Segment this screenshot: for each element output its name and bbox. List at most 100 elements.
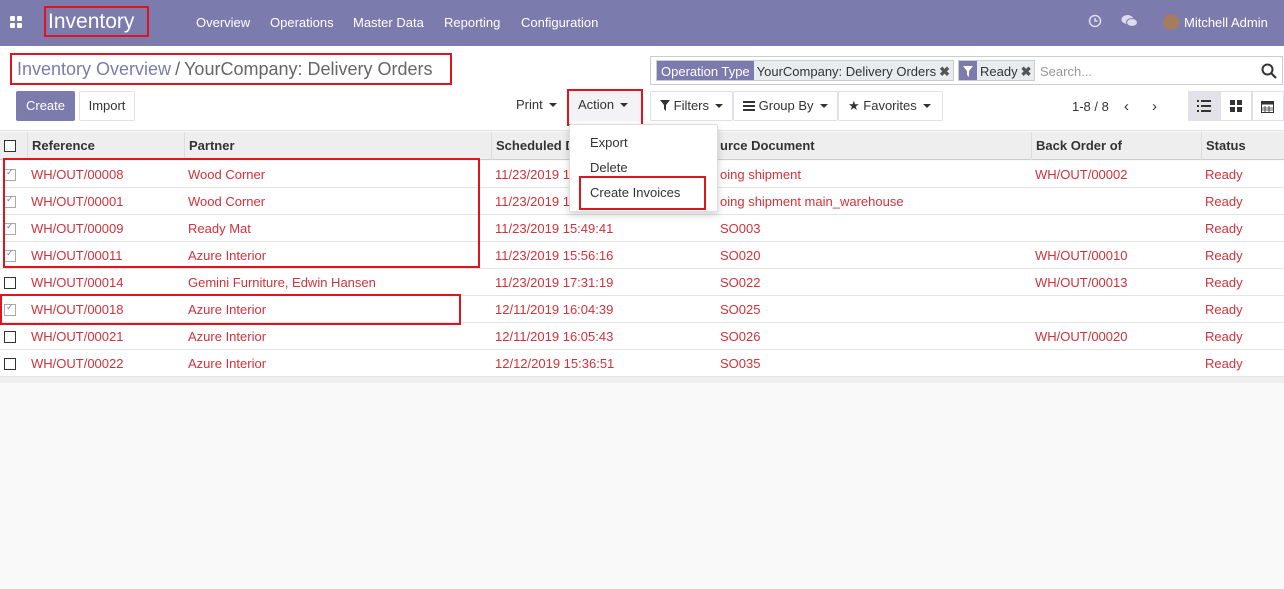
group-by-button[interactable]: Group By	[733, 91, 838, 121]
cell-reference: WH/OUT/00009	[31, 221, 124, 236]
cell-scheduled-date: 12/11/2019 16:05:43	[495, 329, 614, 344]
cell-back-order-of: WH/OUT/00002	[1035, 167, 1128, 182]
facet-remove-icon[interactable]: ✖	[1021, 64, 1035, 79]
create-button[interactable]: Create	[16, 91, 75, 121]
facet-value: YourCompany: Delivery Orders	[756, 64, 937, 79]
table-row[interactable]: WH/OUT/00018 Azure Interior 12/11/2019 16:…	[0, 296, 1284, 323]
row-checkbox[interactable]	[4, 167, 16, 181]
cell-scheduled-date: 12/11/2019 16:04:39	[495, 302, 614, 317]
menu-master-data[interactable]: Master Data	[353, 15, 424, 30]
table-row[interactable]: WH/OUT/00022 Azure Interior 12/12/2019 15:…	[0, 350, 1284, 377]
caret-down-icon	[819, 103, 828, 108]
kanban-view-button[interactable]	[1220, 91, 1252, 121]
menu-item-export[interactable]: Export	[590, 135, 628, 150]
row-checkbox[interactable]	[4, 358, 16, 370]
cell-status: Ready	[1205, 194, 1243, 209]
cell-status: Ready	[1205, 275, 1243, 290]
cell-source-document: SO025	[720, 302, 761, 317]
user-name[interactable]: Mitchell Admin	[1184, 15, 1268, 30]
menu-operations[interactable]: Operations	[270, 15, 334, 30]
caret-down-icon	[548, 102, 557, 107]
column-reference[interactable]: Reference	[27, 132, 185, 160]
list-view-button[interactable]	[1188, 91, 1220, 121]
cell-reference: WH/OUT/00008	[31, 167, 124, 182]
cell-partner: Wood Corner	[188, 194, 266, 209]
table-row[interactable]: WH/OUT/00009 Ready Mat 11/23/2019 15:49:41…	[0, 215, 1284, 242]
cell-reference: WH/OUT/00014	[31, 275, 124, 290]
facet-remove-icon[interactable]: ✖	[939, 64, 953, 79]
facet-value: Ready	[980, 64, 1018, 79]
cell-scheduled-date: 11/23/2019 15:56:16	[495, 248, 614, 263]
menu-configuration[interactable]: Configuration	[521, 15, 598, 30]
favorites-button[interactable]: ★ Favorites	[838, 91, 943, 121]
cell-scheduled-date: 12/12/2019 15:36:51	[495, 356, 615, 371]
action-highlight	[567, 89, 643, 126]
breadcrumb: Inventory Overview / YourCompany: Delivery…	[10, 53, 452, 85]
breadcrumb-current: YourCompany: Delivery Orders	[184, 59, 433, 79]
column-partner[interactable]: Partner	[184, 132, 492, 160]
menu-overview[interactable]: Overview	[196, 15, 250, 30]
facet-ready: Ready ✖	[958, 60, 1036, 81]
cell-source-document: oing shipment main_warehouse	[720, 194, 904, 209]
star-icon: ★	[848, 98, 860, 113]
print-button[interactable]: Print	[506, 91, 567, 121]
cell-scheduled-date: 11/23/2019 17:31:19	[495, 275, 614, 290]
column-status[interactable]: Status	[1201, 132, 1284, 160]
app-title[interactable]: Inventory	[44, 6, 149, 37]
user-avatar[interactable]	[1163, 14, 1179, 30]
chat-icon[interactable]	[1121, 14, 1138, 28]
table-row[interactable]: WH/OUT/00021 Azure Interior 12/11/2019 16:…	[0, 323, 1284, 350]
create-invoices-highlight	[579, 176, 706, 210]
cell-partner: Gemini Furniture, Edwin Hansen	[188, 275, 376, 290]
cell-partner: Wood Corner	[188, 167, 266, 182]
row-checkbox[interactable]	[4, 302, 16, 316]
column-back-order-of[interactable]: Back Order of	[1031, 132, 1202, 160]
column-source-document[interactable]: urce Document	[716, 132, 1032, 160]
cell-status: Ready	[1205, 221, 1243, 236]
cell-status: Ready	[1205, 356, 1243, 371]
filters-button[interactable]: Filters	[650, 91, 733, 121]
apps-menu-icon[interactable]	[10, 16, 22, 28]
cell-reference: WH/OUT/00011	[31, 248, 123, 263]
table-footer	[0, 377, 1284, 383]
cell-back-order-of: WH/OUT/00020	[1035, 329, 1128, 344]
filter-icon	[959, 61, 977, 80]
caret-down-icon	[922, 103, 931, 108]
table-row[interactable]: WH/OUT/00011 Azure Interior 11/23/2019 15:…	[0, 242, 1284, 269]
cell-back-order-of: WH/OUT/00010	[1035, 248, 1128, 263]
favorites-label: Favorites	[863, 98, 917, 113]
pager-next-icon[interactable]: ›	[1152, 98, 1157, 115]
row-checkbox[interactable]	[4, 194, 16, 208]
action-dropdown-menu: Export Delete Create Invoices	[569, 124, 718, 212]
cell-source-document: SO026	[720, 329, 761, 344]
menu-item-delete[interactable]: Delete	[590, 160, 628, 175]
list-icon	[743, 101, 755, 111]
table-row[interactable]: WH/OUT/00014 Gemini Furniture, Edwin Hans…	[0, 269, 1284, 296]
cell-partner: Azure Interior	[188, 248, 267, 263]
facet-title: Operation Type	[657, 61, 754, 80]
menu-reporting[interactable]: Reporting	[444, 15, 500, 30]
row-checkbox[interactable]	[4, 277, 16, 289]
row-checkbox[interactable]	[4, 248, 16, 262]
import-button[interactable]: Import	[79, 91, 135, 121]
search-box[interactable]: Operation Type YourCompany: Delivery Orde…	[650, 56, 1283, 85]
print-label: Print	[516, 97, 543, 112]
pager-value[interactable]: 1-8 / 8	[1072, 99, 1109, 114]
select-all-checkbox[interactable]	[4, 140, 16, 152]
search-icon[interactable]	[1261, 63, 1277, 79]
list-view-icon	[1197, 100, 1211, 112]
cell-source-document: SO003	[720, 221, 761, 236]
filter-icon	[660, 100, 670, 111]
breadcrumb-parent[interactable]: Inventory Overview	[17, 59, 171, 79]
calendar-view-button[interactable]	[1252, 91, 1284, 121]
top-navbar: Inventory Overview Operations Master Dat…	[0, 0, 1284, 46]
row-checkbox[interactable]	[4, 221, 16, 235]
row-checkbox[interactable]	[4, 331, 16, 343]
cell-partner: Ready Mat	[188, 221, 251, 236]
cell-reference: WH/OUT/00021	[31, 329, 124, 344]
cell-partner: Azure Interior	[188, 329, 267, 344]
pager-previous-icon[interactable]: ‹	[1124, 98, 1129, 115]
activity-clock-icon[interactable]	[1088, 14, 1102, 28]
search-input[interactable]: Search...	[1040, 64, 1092, 79]
cell-reference: WH/OUT/00018	[31, 302, 124, 317]
